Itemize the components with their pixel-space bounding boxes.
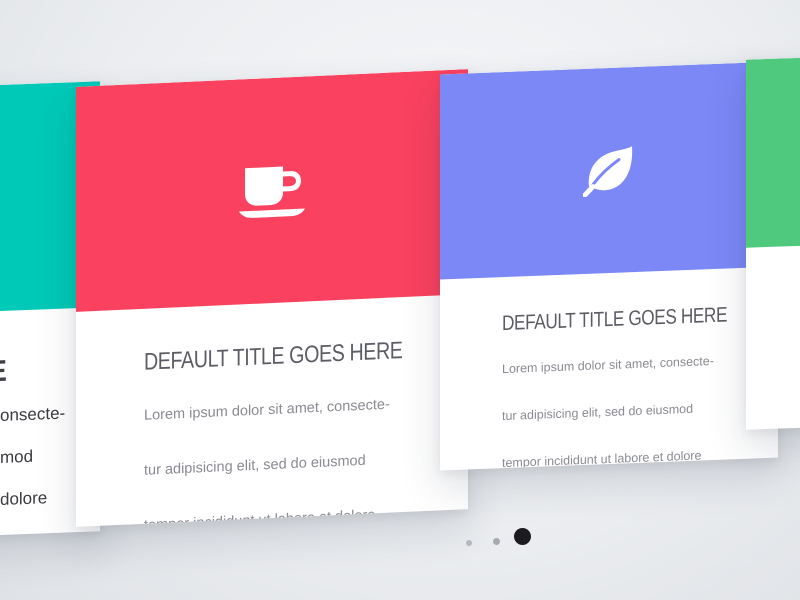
- carousel-card-4[interactable]: [746, 56, 800, 430]
- card-2-title: DEFAULT TITLE GOES HERE: [144, 337, 403, 376]
- card-3-body: DEFAULT TITLE GOES HERE Lorem ipsum dolo…: [440, 267, 778, 471]
- carousel-pagination: [460, 526, 540, 550]
- carousel-card-2[interactable]: DEFAULT TITLE GOES HERE Lorem ipsum dolo…: [76, 69, 468, 527]
- pagination-dot-1[interactable]: [466, 540, 472, 546]
- card-3-text-line-1: Lorem ipsum dolor sit amet, consecte-: [502, 353, 714, 377]
- card-2-hero: [76, 69, 468, 312]
- pagination-dot-3-active[interactable]: [514, 528, 531, 545]
- card-3-text-line-2: tur adipisicing elit, sed do eiusmod: [502, 401, 694, 424]
- card-2-text-line-3: tempor incididunt ut labore et dolore: [144, 507, 376, 527]
- carousel-card-3[interactable]: DEFAULT TITLE GOES HERE Lorem ipsum dolo…: [440, 61, 778, 471]
- card-4-hero: [746, 56, 800, 248]
- leaf-icon: [583, 145, 635, 197]
- card-2-text-line-1: Lorem ipsum dolor sit amet, consecte-: [144, 396, 390, 424]
- carousel-stage: E onsecte- mod dolore DEFAULT TITLE GOES…: [0, 0, 800, 600]
- pagination-dot-2[interactable]: [493, 538, 500, 545]
- card-3-hero: [440, 61, 778, 280]
- coffee-cup-icon: [239, 161, 305, 220]
- card-2-body: DEFAULT TITLE GOES HERE Lorem ipsum dolo…: [76, 294, 468, 527]
- card-3-title: DEFAULT TITLE GOES HERE: [502, 303, 728, 336]
- card-3-text-line-3: tempor incididunt ut labore et dolore: [502, 448, 702, 471]
- card-2-text-line-2: tur adipisicing elit, sed do eiusmod: [144, 452, 366, 479]
